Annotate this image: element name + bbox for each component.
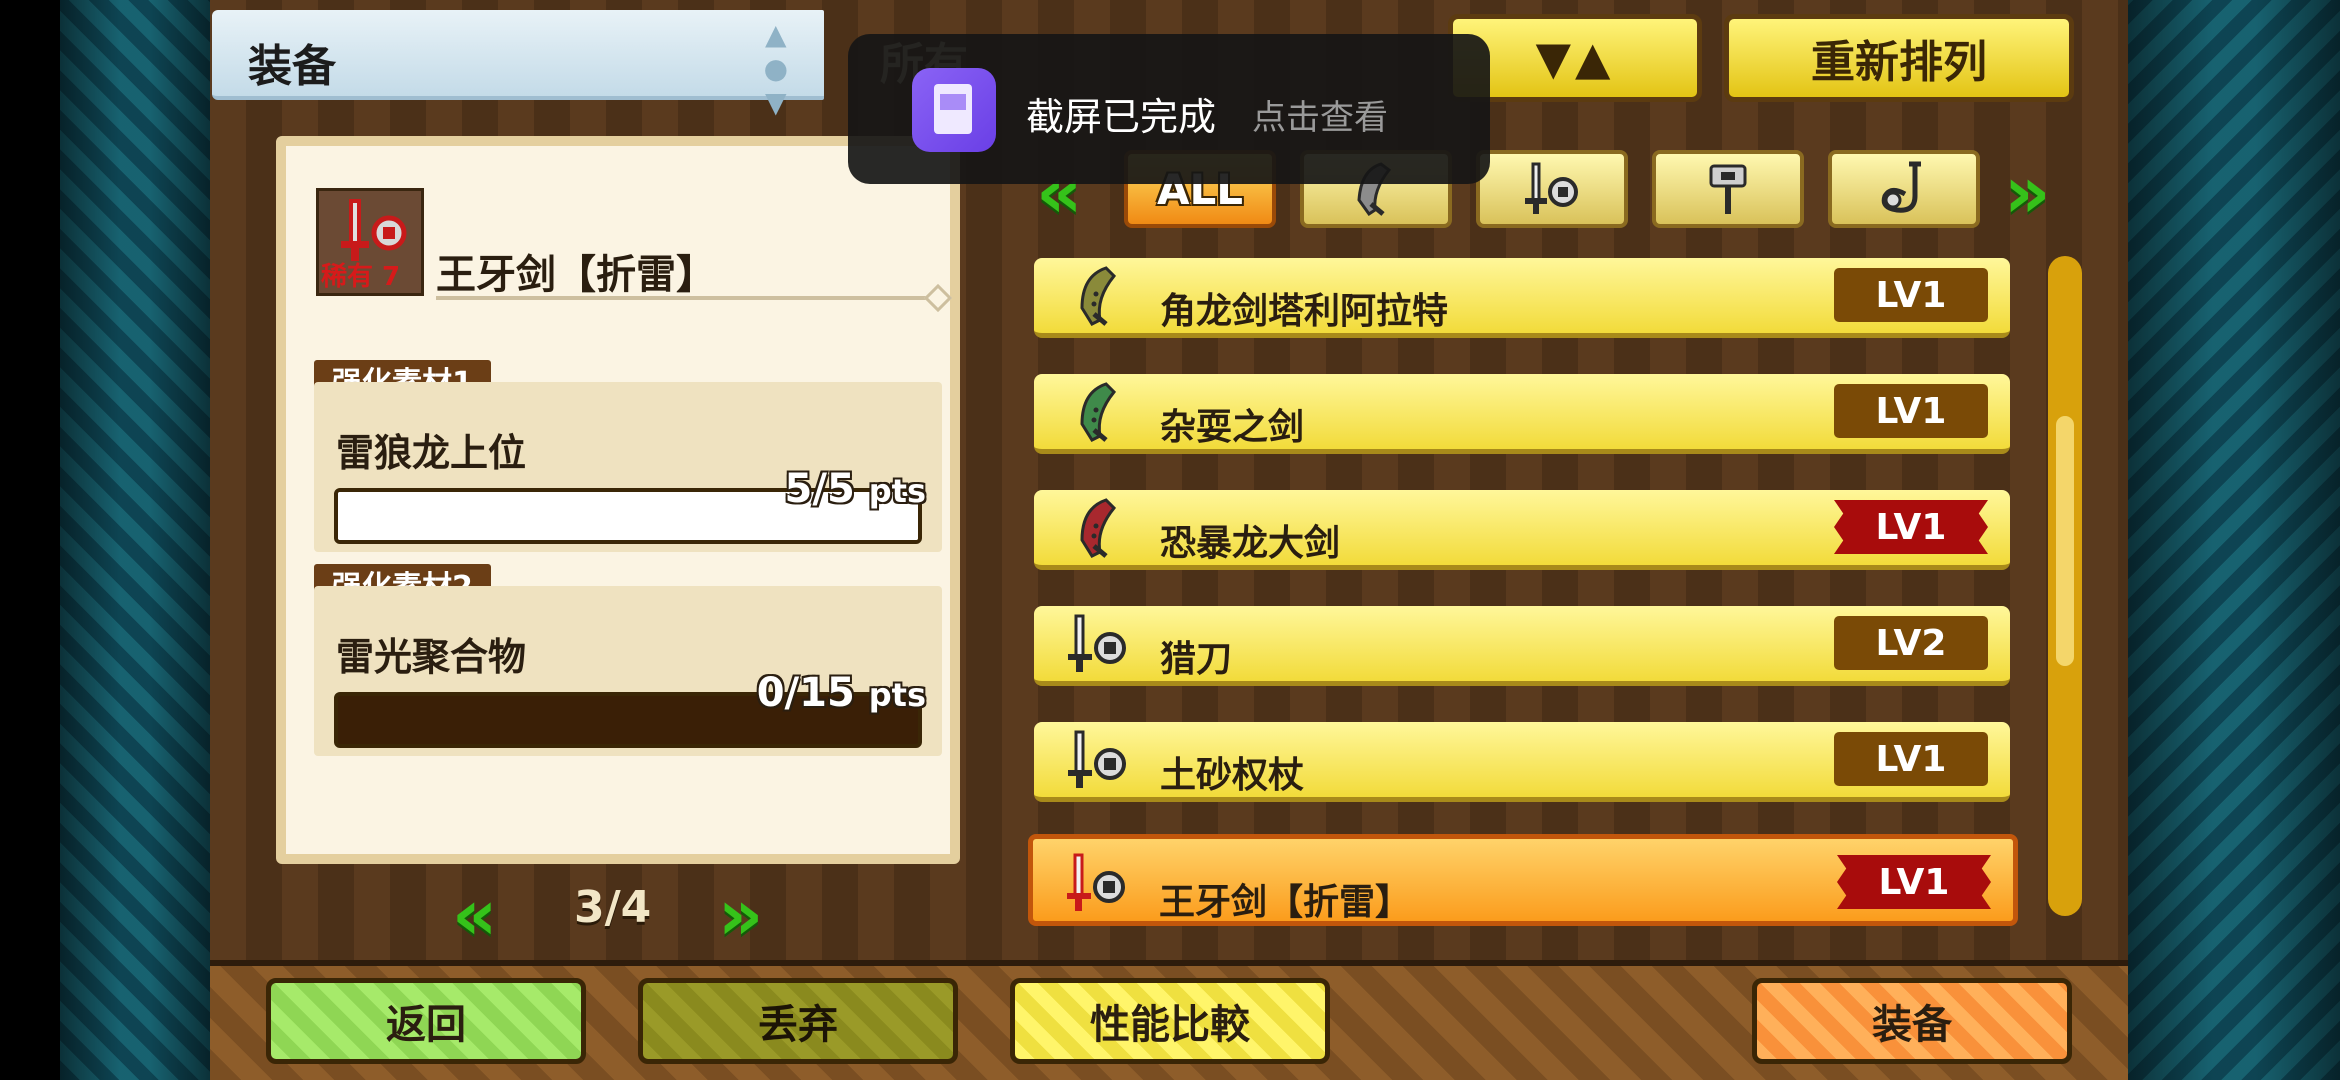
great-sword-icon bbox=[1080, 382, 1117, 442]
level-badge: LV1 bbox=[1834, 384, 1988, 438]
tab-hunting-horn[interactable] bbox=[1828, 150, 1980, 228]
rarity-label: 稀有 7 bbox=[321, 262, 401, 292]
weapon-name: 王牙剑【折雷】 bbox=[436, 252, 716, 298]
list-item[interactable]: 猎刀 LV2 bbox=[1034, 606, 2010, 686]
scrollbar-thumb[interactable] bbox=[2056, 416, 2074, 666]
list-item[interactable]: 土砂权杖 LV1 bbox=[1034, 722, 2010, 802]
level-badge: LV1 bbox=[1837, 855, 1991, 909]
weapon-detail-panel: 稀有 7 王牙剑【折雷】 强化素材1 雷狼龙上位 5/5 pts 强化素材2 雷… bbox=[276, 136, 960, 864]
name-divider bbox=[436, 296, 936, 300]
level-badge: LV1 bbox=[1834, 500, 1988, 554]
level-badge: LV1 bbox=[1834, 268, 1988, 322]
material-2-points: 0/15 pts bbox=[757, 670, 926, 716]
page-title: 装备 bbox=[248, 41, 336, 92]
notification-view-link[interactable]: 点击查看 bbox=[1252, 90, 1388, 139]
great-sword-icon bbox=[1080, 266, 1117, 326]
item-name: 杂耍之剑 bbox=[1160, 407, 1305, 448]
sword-and-shield-icon bbox=[1068, 614, 1126, 672]
page-next-icon[interactable]: » bbox=[718, 874, 763, 956]
list-item[interactable]: 恐暴龙大剑 LV1 bbox=[1034, 490, 2010, 570]
item-name: 土砂权杖 bbox=[1160, 755, 1305, 796]
back-button[interactable]: 返回 bbox=[266, 978, 586, 1064]
hunting-horn-icon bbox=[1881, 161, 1921, 213]
item-name: 恐暴龙大剑 bbox=[1160, 523, 1341, 564]
item-name: 猎刀 bbox=[1160, 639, 1233, 680]
game-screen: 装备 ▲●▼ 所有 ▼▲ 重新排列 « ALL bbox=[0, 0, 2340, 1080]
item-name: 角龙剑塔利阿拉特 bbox=[1160, 291, 1449, 332]
tab-sword-and-shield[interactable] bbox=[1476, 150, 1628, 228]
letterbox bbox=[0, 0, 60, 1080]
title-scroll-icon: ▲ ● ▼ bbox=[763, 18, 788, 119]
tab-hammer[interactable] bbox=[1652, 150, 1804, 228]
list-item[interactable]: 杂耍之剑 LV1 bbox=[1034, 374, 2010, 454]
material-1-box: 雷狼龙上位 5/5 pts bbox=[314, 382, 942, 552]
equipment-list: 角龙剑塔利阿拉特 LV1 杂耍之剑 LV1 恐暴龙大剑 LV1 猎刀 LV2 土砂权杖 LV1 王牙… bbox=[1028, 258, 2018, 928]
material-1-points: 5/5 pts bbox=[785, 466, 926, 512]
tab-next-icon[interactable]: » bbox=[2004, 150, 2051, 234]
material-2-name: 雷光聚合物 bbox=[336, 635, 527, 679]
screenshot-notification[interactable]: 截屏已完成 点击查看 bbox=[848, 34, 1490, 184]
list-item-selected[interactable]: 王牙剑【折雷】 LV1 bbox=[1028, 834, 2018, 926]
page-indicator: 3/4 bbox=[574, 882, 652, 933]
equip-button[interactable]: 装备 bbox=[1752, 978, 2072, 1064]
sword-and-shield-icon bbox=[1067, 853, 1125, 911]
right-wall-decoration bbox=[2128, 0, 2340, 1080]
left-wall-decoration bbox=[60, 0, 210, 1080]
material-1-points-value: 5/5 bbox=[784, 466, 855, 512]
hammer-icon bbox=[1709, 164, 1747, 214]
list-scrollbar[interactable] bbox=[2048, 256, 2082, 916]
material-1-name: 雷狼龙上位 bbox=[336, 431, 527, 475]
material-2-points-unit: pts bbox=[868, 676, 926, 714]
sword-and-shield-icon bbox=[1525, 162, 1578, 214]
rearrange-button[interactable]: 重新排列 bbox=[1724, 14, 2074, 102]
page-prev-icon[interactable]: « bbox=[452, 874, 497, 956]
level-badge: LV1 bbox=[1834, 732, 1988, 786]
list-item[interactable]: 角龙剑塔利阿拉特 LV1 bbox=[1034, 258, 2010, 338]
level-badge: LV2 bbox=[1834, 616, 1988, 670]
sword-and-shield-icon bbox=[1068, 730, 1126, 788]
discard-button[interactable]: 丢弃 bbox=[638, 978, 958, 1064]
material-1-points-unit: pts bbox=[868, 472, 926, 510]
title-bar: 装备 ▲ ● ▼ bbox=[212, 10, 824, 119]
compare-button[interactable]: 性能比較 bbox=[1010, 978, 1330, 1064]
weapon-icon: 稀有 7 bbox=[316, 188, 424, 296]
screenshot-icon bbox=[912, 68, 996, 152]
great-sword-icon bbox=[1080, 498, 1117, 558]
notification-title: 截屏已完成 bbox=[1026, 95, 1217, 139]
material-2-box: 雷光聚合物 0/15 pts bbox=[314, 586, 942, 756]
item-name: 王牙剑【折雷】 bbox=[1159, 882, 1412, 923]
material-2-points-value: 0/15 bbox=[756, 670, 855, 716]
